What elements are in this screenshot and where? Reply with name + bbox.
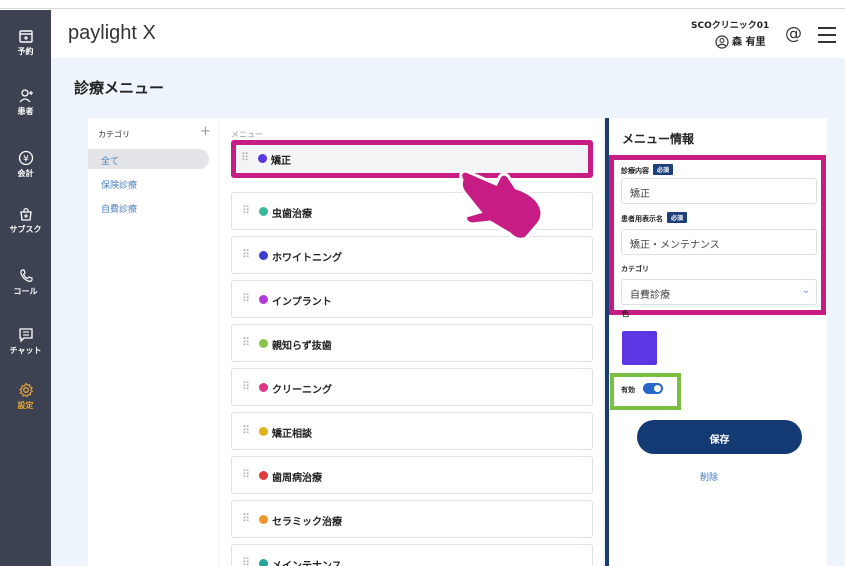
sidebar-label: チャット [9, 346, 42, 355]
sidebar-item-reservation[interactable]: 予約 [0, 28, 51, 57]
menu-name: 歯周病治療 [272, 473, 322, 484]
info-title: メニュー情報 [622, 132, 695, 146]
menu-row[interactable]: ⠿ インプラント [231, 280, 593, 318]
sidebar-item-patients[interactable]: 患者 [0, 88, 51, 117]
sidebar-item-chat[interactable]: チャット [0, 327, 51, 356]
add-category-button[interactable]: + [200, 124, 211, 139]
color-dot [259, 471, 268, 480]
color-dot [259, 207, 268, 216]
page-title: 診療メニュー [74, 79, 165, 97]
drag-handle-icon[interactable]: ⠿ [242, 424, 250, 437]
drag-handle-icon[interactable]: ⠿ [242, 468, 250, 481]
menu-row[interactable]: ⠿ 親知らず抜歯 [231, 324, 593, 362]
bag-plus-icon [19, 207, 32, 221]
category-item-all[interactable]: 全て [88, 149, 209, 169]
sidebar-label: 設定 [17, 401, 34, 410]
menu-name: インプラント [272, 297, 332, 308]
sidebar-item-call[interactable]: コール [0, 268, 51, 297]
gear-icon [18, 382, 33, 398]
hamburger-menu-icon[interactable] [818, 27, 836, 48]
menu-row[interactable]: ⠿ メインテナンス [231, 544, 593, 566]
sidebar-item-settings[interactable]: 設定 [0, 382, 51, 411]
category-panel: カテゴリ + 全て 保険診療 自費診療 [88, 118, 218, 566]
menu-name: 虫歯治療 [272, 209, 312, 220]
yen-icon: ¥ [18, 150, 33, 166]
drag-handle-icon[interactable]: ⠿ [242, 292, 250, 305]
color-dot [259, 339, 268, 348]
drag-handle-icon[interactable]: ⠿ [242, 204, 250, 217]
sidebar-label: サブスク [9, 225, 42, 234]
save-button[interactable]: 保存 [637, 420, 802, 454]
active-toggle[interactable] [643, 383, 663, 394]
menu-row[interactable]: ⠿ セラミック治療 [231, 500, 593, 538]
drag-handle-icon[interactable]: ⠿ [242, 336, 250, 349]
menu-header: メニュー [231, 130, 263, 139]
sidebar: 予約 患者 ¥ 会計 サブスク コール チャット 設定 [0, 10, 51, 566]
color-label: 色 [622, 310, 629, 318]
menu-name: 矯正 [271, 156, 291, 167]
color-dot [259, 427, 268, 436]
active-label: 有効 [621, 386, 635, 394]
sidebar-label: 患者 [17, 107, 34, 116]
menu-row[interactable]: ⠿ 矯正相談 [231, 412, 593, 450]
pointing-hand-icon [459, 169, 544, 241]
menu-name: 矯正相談 [272, 429, 312, 440]
category-item-self-pay[interactable]: 自費診療 [88, 197, 209, 217]
category-item-insurance[interactable]: 保険診療 [88, 173, 209, 193]
sidebar-label: コール [13, 287, 38, 296]
drag-handle-icon[interactable]: ⠿ [241, 151, 249, 164]
menu-name: クリーニング [272, 385, 332, 396]
menu-row[interactable]: ⠿ クリーニング [231, 368, 593, 406]
menu-name: ホワイトニング [272, 253, 342, 264]
color-dot [259, 383, 268, 392]
color-dot [259, 559, 268, 566]
color-swatch[interactable] [622, 331, 657, 365]
top-edge [0, 0, 845, 9]
category-header: カテゴリ [98, 130, 130, 139]
at-icon[interactable]: @ [785, 24, 802, 44]
drag-handle-icon[interactable]: ⠿ [242, 512, 250, 525]
phone-icon [19, 269, 33, 282]
sidebar-item-accounting[interactable]: ¥ 会計 [0, 150, 51, 179]
menu-row[interactable]: ⠿ 歯周病治療 [231, 456, 593, 494]
menu-name: 親知らず抜歯 [272, 341, 332, 352]
menu-name: メインテナンス [272, 557, 342, 566]
color-dot [259, 251, 268, 260]
user-account[interactable]: 森 有里 [715, 33, 765, 49]
delete-button[interactable]: 削除 [700, 470, 718, 483]
app-logo: paylight X [68, 22, 156, 44]
calendar-plus-icon [18, 30, 33, 43]
menu-name: セラミック治療 [272, 517, 342, 528]
color-dot [258, 154, 267, 163]
highlight-box-form [609, 155, 826, 315]
user-circle-icon [715, 35, 729, 49]
drag-handle-icon[interactable]: ⠿ [242, 556, 250, 566]
drag-handle-icon[interactable]: ⠿ [242, 248, 250, 261]
sidebar-label: 予約 [17, 47, 34, 56]
drag-handle-icon[interactable]: ⠿ [242, 380, 250, 393]
sidebar-label: 会計 [17, 169, 34, 178]
header: paylight X SCOクリニック01 森 有里 @ [51, 10, 845, 58]
chat-icon [18, 328, 33, 343]
color-dot [259, 295, 268, 304]
user-name: 森 有里 [732, 37, 766, 48]
user-add-icon [19, 89, 33, 103]
color-dot [259, 515, 268, 524]
clinic-name: SCOクリニック01 [691, 21, 770, 31]
sidebar-item-subscription[interactable]: サブスク [0, 206, 51, 235]
svg-text:¥: ¥ [23, 155, 29, 165]
